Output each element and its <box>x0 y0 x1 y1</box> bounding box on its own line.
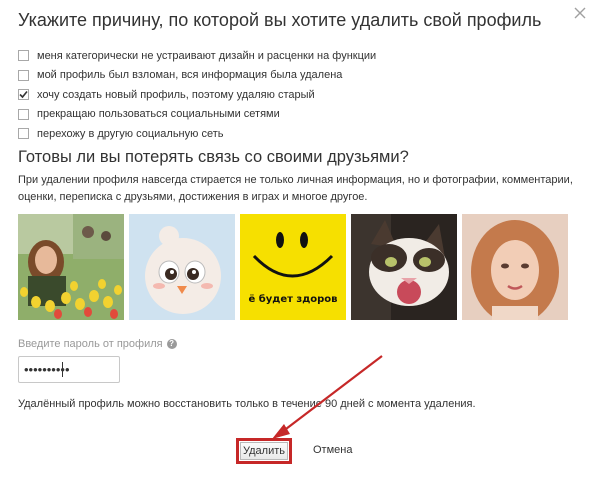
smiley-caption: ё будет здоров <box>248 294 338 305</box>
reason-option[interactable]: мой профиль был взломан, вся информация … <box>18 66 376 86</box>
checkmark-icon <box>19 91 28 99</box>
reason-option[interactable]: прекращаю пользоваться социальными сетям… <box>18 105 376 125</box>
reason-label: меня категорически не устраивают дизайн … <box>37 49 377 62</box>
cancel-link[interactable]: Отмена <box>313 444 352 456</box>
checkbox-checked[interactable] <box>18 89 29 101</box>
password-label: Введите пароль от профиля ? <box>18 338 177 350</box>
friend-photo-cat[interactable] <box>351 214 457 320</box>
checkbox[interactable] <box>18 128 29 140</box>
friend-photos: ё будет здоров <box>18 214 568 320</box>
reason-option[interactable]: перехожу в другую социальную сеть <box>18 124 376 144</box>
text-caret <box>62 362 63 377</box>
reason-label: хочу создать новый профиль, поэтому удал… <box>37 88 315 101</box>
friend-photo-smiley[interactable]: ё будет здоров <box>240 214 346 320</box>
password-field[interactable] <box>18 356 120 383</box>
friend-photo-woman-portrait[interactable] <box>462 214 568 320</box>
reason-option[interactable]: меня категорически не устраивают дизайн … <box>18 46 376 66</box>
friend-photo-woman-tulips[interactable] <box>18 214 124 320</box>
friend-photo-fluffy-chick[interactable] <box>129 214 235 320</box>
delete-button-highlight[interactable]: Удалить <box>236 438 292 464</box>
reason-option[interactable]: хочу создать новый профиль, поэтому удал… <box>18 85 376 105</box>
friends-subtitle: Готовы ли вы потерять связь со своими др… <box>18 148 409 166</box>
checkbox[interactable] <box>18 108 29 120</box>
checkbox[interactable] <box>18 69 29 81</box>
close-icon[interactable] <box>573 6 589 22</box>
reason-label: мой профиль был взломан, вся информация … <box>37 69 343 82</box>
delete-profile-dialog: Укажите причину, по которой вы хотите уд… <box>0 0 600 479</box>
reason-label: прекращаю пользоваться социальными сетям… <box>37 108 280 121</box>
restore-note: Удалённый профиль можно восстановить тол… <box>18 398 476 410</box>
checkbox[interactable] <box>18 50 29 62</box>
deletion-info-text: При удалении профиля навсегда стирается … <box>18 174 573 203</box>
help-icon[interactable]: ? <box>166 339 177 349</box>
delete-button[interactable]: Удалить <box>240 442 288 460</box>
reason-list: меня категорически не устраивают дизайн … <box>18 46 376 144</box>
dialog-title: Укажите причину, по которой вы хотите уд… <box>18 10 542 30</box>
reason-label: перехожу в другую социальную сеть <box>37 127 224 140</box>
password-label-text: Введите пароль от профиля <box>18 338 163 350</box>
